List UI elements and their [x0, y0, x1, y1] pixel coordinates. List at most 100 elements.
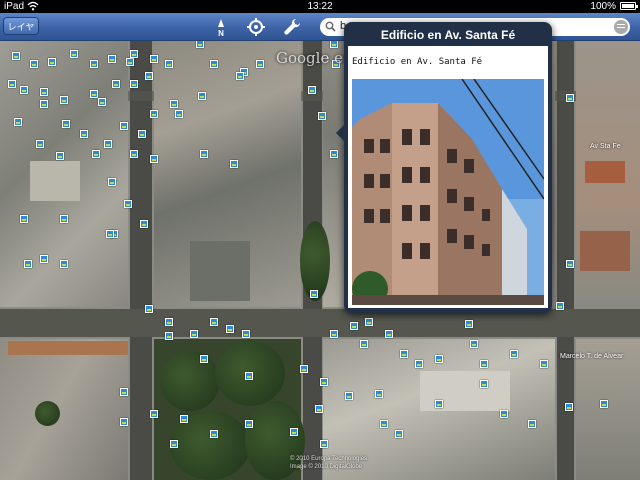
placemark-marker[interactable] — [12, 52, 20, 60]
layers-button[interactable]: レイヤ — [3, 17, 39, 35]
placemark-marker[interactable] — [330, 41, 338, 48]
placemark-marker[interactable] — [330, 330, 338, 338]
placemark-marker[interactable] — [415, 360, 423, 368]
placemark-marker[interactable] — [290, 428, 298, 436]
placemark-marker[interactable] — [470, 340, 478, 348]
placemark-marker[interactable] — [140, 220, 148, 228]
placemark-marker[interactable] — [40, 255, 48, 263]
placemark-marker[interactable] — [70, 50, 78, 58]
placemark-marker[interactable] — [30, 60, 38, 68]
placemark-marker[interactable] — [120, 388, 128, 396]
placemark-marker[interactable] — [385, 330, 393, 338]
placemark-marker[interactable] — [565, 403, 573, 411]
placemark-marker[interactable] — [130, 50, 138, 58]
placemark-marker[interactable] — [480, 380, 488, 388]
placemark-marker[interactable] — [165, 332, 173, 340]
placemark-marker[interactable] — [400, 350, 408, 358]
placemark-marker[interactable] — [230, 160, 238, 168]
placemark-marker[interactable] — [62, 120, 70, 128]
placemark-marker[interactable] — [130, 150, 138, 158]
placemark-marker[interactable] — [226, 325, 234, 333]
placemark-marker[interactable] — [126, 58, 134, 66]
placemark-marker[interactable] — [465, 320, 473, 328]
placemark-marker[interactable] — [200, 150, 208, 158]
placemark-marker[interactable] — [106, 230, 114, 238]
placemark-marker[interactable] — [150, 155, 158, 163]
placemark-marker[interactable] — [236, 72, 244, 80]
placemark-marker[interactable] — [245, 420, 253, 428]
placemark-marker[interactable] — [124, 200, 132, 208]
placemark-marker[interactable] — [120, 122, 128, 130]
placemark-marker[interactable] — [170, 440, 178, 448]
placemark-balloon[interactable]: Edificio en Av. Santa Fé Edificio en Av.… — [336, 22, 552, 313]
wrench-icon[interactable] — [282, 17, 302, 37]
placemark-marker[interactable] — [98, 98, 106, 106]
placemark-marker[interactable] — [145, 72, 153, 80]
placemark-marker[interactable] — [190, 330, 198, 338]
placemark-marker[interactable] — [20, 86, 28, 94]
placemark-marker[interactable] — [90, 90, 98, 98]
placemark-marker[interactable] — [104, 140, 112, 148]
placemark-marker[interactable] — [320, 440, 328, 448]
placemark-marker[interactable] — [180, 415, 188, 423]
placemark-marker[interactable] — [175, 110, 183, 118]
placemark-marker[interactable] — [256, 60, 264, 68]
placemark-marker[interactable] — [435, 355, 443, 363]
placemark-marker[interactable] — [375, 390, 383, 398]
placemark-marker[interactable] — [435, 400, 443, 408]
placemark-marker[interactable] — [345, 392, 353, 400]
placemark-marker[interactable] — [320, 378, 328, 386]
placemark-marker[interactable] — [365, 318, 373, 326]
placemark-marker[interactable] — [56, 152, 64, 160]
placemark-marker[interactable] — [210, 60, 218, 68]
placemark-marker[interactable] — [150, 410, 158, 418]
placemark-marker[interactable] — [566, 260, 574, 268]
placemark-marker[interactable] — [210, 318, 218, 326]
placemark-marker[interactable] — [380, 420, 388, 428]
placemark-marker[interactable] — [308, 86, 316, 94]
placemark-marker[interactable] — [170, 100, 178, 108]
placemark-marker[interactable] — [14, 118, 22, 126]
placemark-marker[interactable] — [40, 100, 48, 108]
placemark-marker[interactable] — [330, 150, 338, 158]
placemark-marker[interactable] — [556, 302, 564, 310]
placemark-marker[interactable] — [150, 55, 158, 63]
placemark-marker[interactable] — [60, 215, 68, 223]
search-clear-button[interactable] — [614, 20, 628, 34]
placemark-marker[interactable] — [210, 430, 218, 438]
placemark-marker[interactable] — [360, 340, 368, 348]
compass-north-icon[interactable]: N — [211, 17, 231, 37]
placemark-marker[interactable] — [36, 140, 44, 148]
placemark-marker[interactable] — [165, 60, 173, 68]
placemark-marker[interactable] — [245, 372, 253, 380]
placemark-marker[interactable] — [130, 80, 138, 88]
placemark-marker[interactable] — [528, 420, 536, 428]
placemark-marker[interactable] — [24, 260, 32, 268]
placemark-marker[interactable] — [20, 215, 28, 223]
placemark-marker[interactable] — [318, 112, 326, 120]
placemark-marker[interactable] — [60, 260, 68, 268]
building-photo[interactable] — [352, 79, 544, 305]
placemark-marker[interactable] — [196, 41, 204, 48]
placemark-marker[interactable] — [90, 60, 98, 68]
placemark-marker[interactable] — [300, 365, 308, 373]
placemark-marker[interactable] — [315, 405, 323, 413]
placemark-marker[interactable] — [112, 80, 120, 88]
placemark-marker[interactable] — [108, 55, 116, 63]
placemark-marker[interactable] — [395, 430, 403, 438]
placemark-marker[interactable] — [165, 318, 173, 326]
placemark-marker[interactable] — [40, 88, 48, 96]
placemark-marker[interactable] — [242, 330, 250, 338]
placemark-marker[interactable] — [200, 355, 208, 363]
placemark-marker[interactable] — [510, 350, 518, 358]
placemark-marker[interactable] — [540, 360, 548, 368]
placemark-marker[interactable] — [120, 418, 128, 426]
placemark-marker[interactable] — [350, 322, 358, 330]
placemark-marker[interactable] — [60, 96, 68, 104]
placemark-marker[interactable] — [8, 80, 16, 88]
location-target-icon[interactable] — [246, 17, 266, 37]
placemark-marker[interactable] — [566, 94, 574, 102]
placemark-marker[interactable] — [500, 410, 508, 418]
placemark-marker[interactable] — [92, 150, 100, 158]
placemark-marker[interactable] — [108, 178, 116, 186]
